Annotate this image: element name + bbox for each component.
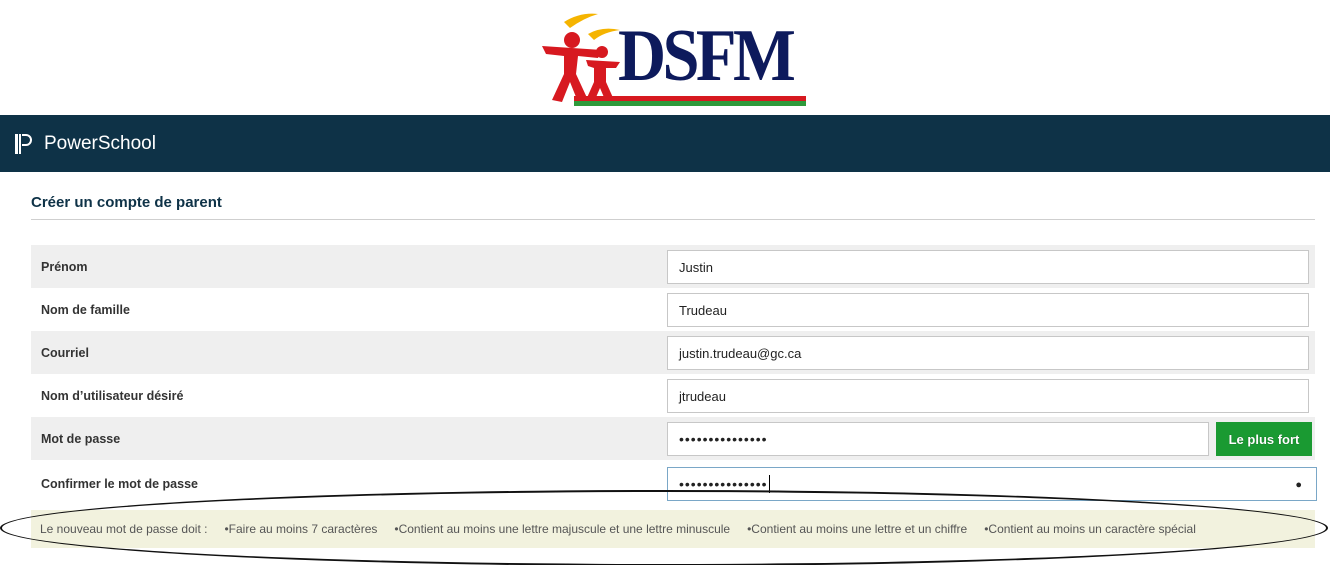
password-field[interactable]: ••••••••••••••• [667,422,1209,456]
requirements-intro: Le nouveau mot de passe doit : [40,522,208,536]
username-field[interactable]: jtrudeau [667,379,1309,413]
password-requirements: Le nouveau mot de passe doit : •Faire au… [31,510,1315,548]
username-label: Nom d’utilisateur désiré [41,388,184,403]
password-label: Mot de passe [41,431,121,446]
dsfm-logo-figures-icon [542,13,620,102]
password-strength-badge: Le plus fort [1216,422,1312,456]
form-row-confirm-password: Confirmer le mot de passe ••••••••••••••… [31,462,1317,505]
requirement-item: •Contient au moins un caractère spécial [984,522,1196,536]
requirement-item: •Contient au moins une lettre et un chif… [747,522,968,536]
dsfm-logo: DSFM [536,8,808,108]
logo-green-stripe [574,101,806,106]
last-name-field[interactable]: Trudeau [667,293,1309,327]
requirement-item: •Faire au moins 7 caractères [224,522,378,536]
first-name-value: Justin [679,259,713,275]
app-header: PowerSchool [0,115,1330,172]
app-name: PowerSchool [44,132,156,154]
form-row-username: Nom d’utilisateur désiré jtrudeau [31,374,1315,417]
email-field[interactable]: justin.trudeau@gc.ca [667,336,1309,370]
form-row-last-name: Nom de famille Trudeau [31,288,1315,331]
form-row-password: Mot de passe ••••••••••••••• Le plus for… [31,417,1315,460]
logo-wordmark: DSFM [618,15,796,97]
text-caret [768,475,770,493]
page-title: Créer un compte de parent [31,194,1315,220]
form-row-email: Courriel justin.trudeau@gc.ca [31,331,1315,374]
confirm-password-field[interactable]: ••••••••••••••• ● [667,467,1317,501]
last-name-value: Trudeau [679,302,727,318]
powerschool-p-icon [15,133,32,154]
form-row-first-name: Prénom Justin [31,245,1315,288]
email-label: Courriel [41,345,89,360]
first-name-field[interactable]: Justin [667,250,1309,284]
last-name-label: Nom de famille [41,302,130,317]
username-value: jtrudeau [679,388,726,404]
requirement-item: •Contient au moins une lettre majuscule … [394,522,731,536]
password-value: ••••••••••••••• [679,431,768,447]
email-value: justin.trudeau@gc.ca [679,345,802,361]
confirm-password-value: ••••••••••••••• [679,476,768,492]
confirm-password-label: Confirmer le mot de passe [41,476,198,491]
eye-icon[interactable]: ● [1295,479,1302,491]
first-name-label: Prénom [41,259,88,274]
